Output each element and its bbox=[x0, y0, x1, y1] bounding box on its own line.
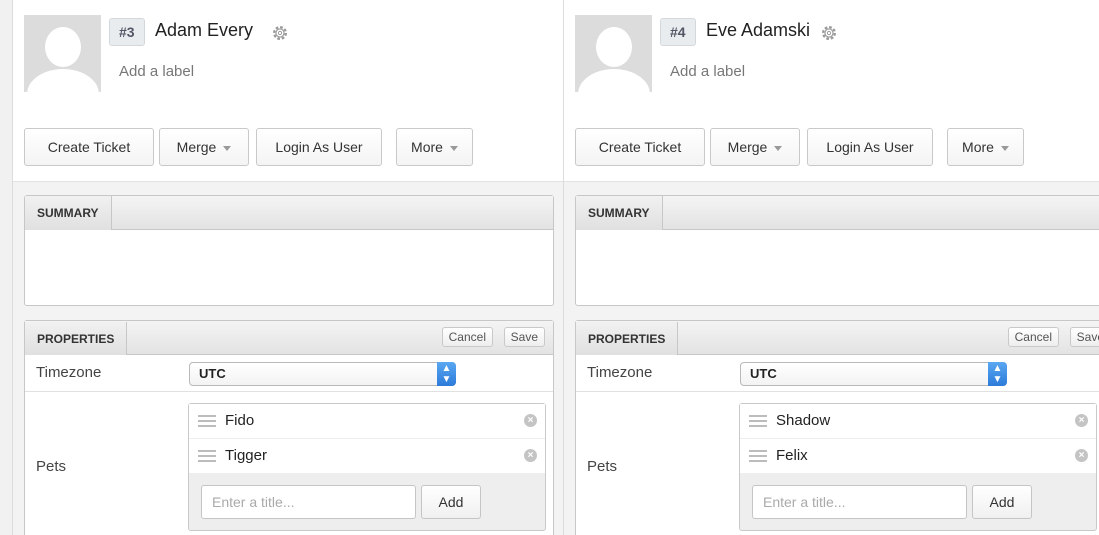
timezone-select[interactable]: UTC ▲ ▼ bbox=[740, 362, 1007, 386]
more-label: More bbox=[411, 139, 443, 155]
list-item[interactable]: Shadow × bbox=[740, 404, 1096, 438]
more-button[interactable]: More bbox=[947, 128, 1024, 166]
save-button[interactable]: Save bbox=[503, 327, 545, 347]
avatar bbox=[575, 15, 652, 92]
gear-icon[interactable] bbox=[820, 24, 838, 42]
remove-icon[interactable]: × bbox=[1075, 414, 1088, 427]
more-button[interactable]: More bbox=[396, 128, 473, 166]
pets-label: Pets bbox=[587, 458, 618, 475]
drag-handle-icon[interactable] bbox=[198, 415, 216, 427]
merge-label: Merge bbox=[176, 139, 217, 155]
more-label: More bbox=[962, 139, 994, 155]
create-ticket-label: Create Ticket bbox=[598, 139, 682, 155]
cancel-button[interactable]: Cancel bbox=[1007, 327, 1059, 347]
timezone-value: UTC bbox=[199, 366, 226, 381]
remove-icon[interactable]: × bbox=[524, 449, 537, 462]
caret-down-icon bbox=[774, 145, 783, 151]
pets-row: Pets Shadow × Felix × Enter a title... A… bbox=[576, 392, 1099, 535]
pet-name: Shadow bbox=[776, 412, 831, 429]
pet-name: Fido bbox=[225, 412, 255, 429]
caret-down-icon bbox=[223, 145, 232, 151]
new-pet-input[interactable]: Enter a title... bbox=[752, 485, 967, 519]
user-panel-eve: #4 Eve Adamski Add a label Create Ticket… bbox=[563, 0, 1099, 535]
list-item[interactable]: Tigger × bbox=[189, 439, 545, 473]
cancel-button[interactable]: Cancel bbox=[441, 327, 493, 347]
drag-handle-icon[interactable] bbox=[749, 450, 767, 462]
user-panel-adam: #3 Adam Every Add a label Create Ticket … bbox=[12, 0, 563, 535]
user-header: #3 Adam Every Add a label Create Ticket … bbox=[13, 0, 563, 182]
user-name: Adam Every bbox=[155, 20, 254, 40]
pet-name: Felix bbox=[776, 447, 808, 464]
properties-title: PROPERTIES bbox=[576, 322, 679, 355]
create-ticket-button[interactable]: Create Ticket bbox=[575, 128, 705, 166]
merge-button[interactable]: Merge bbox=[710, 128, 800, 166]
login-as-user-button[interactable]: Login As User bbox=[256, 128, 382, 166]
user-id-badge: #4 bbox=[660, 18, 696, 46]
user-name: Eve Adamski bbox=[706, 20, 811, 40]
gear-icon[interactable] bbox=[271, 24, 289, 42]
list-item[interactable]: Felix × bbox=[740, 439, 1096, 473]
timezone-row: Timezone UTC ▲ ▼ bbox=[25, 355, 553, 392]
add-label-link[interactable]: Add a label bbox=[119, 63, 194, 80]
create-ticket-label: Create Ticket bbox=[47, 139, 131, 155]
timezone-label: Timezone bbox=[587, 364, 653, 381]
create-ticket-button[interactable]: Create Ticket bbox=[24, 128, 154, 166]
properties-box: PROPERTIES Cancel Save Timezone UTC ▲▼ P… bbox=[575, 320, 1099, 535]
properties-box: PROPERTIES Cancel Save Timezone UTC ▲▼ P… bbox=[24, 320, 554, 535]
summary-box: SUMMARY bbox=[575, 195, 1099, 306]
summary-title: SUMMARY bbox=[576, 196, 663, 230]
select-arrows-icon: ▲ ▼ bbox=[437, 362, 456, 386]
add-pet-button[interactable]: Add bbox=[972, 485, 1032, 519]
pets-label: Pets bbox=[36, 458, 67, 475]
list-item[interactable]: Fido × bbox=[189, 404, 545, 438]
summary-title: SUMMARY bbox=[25, 196, 112, 230]
user-id-badge: #3 bbox=[109, 18, 145, 46]
caret-down-icon bbox=[1000, 145, 1009, 151]
remove-icon[interactable]: × bbox=[1075, 449, 1088, 462]
merge-button[interactable]: Merge bbox=[159, 128, 249, 166]
pets-list: Fido × Tigger × Enter a title... Add bbox=[188, 403, 546, 531]
pet-name: Tigger bbox=[225, 447, 267, 464]
save-button[interactable]: Save bbox=[1069, 327, 1099, 347]
login-as-user-button[interactable]: Login As User bbox=[807, 128, 933, 166]
avatar bbox=[24, 15, 101, 92]
pets-list: Shadow × Felix × Enter a title... Add bbox=[739, 403, 1097, 531]
timezone-select[interactable]: UTC ▲ ▼ bbox=[189, 362, 456, 386]
summary-box: SUMMARY bbox=[24, 195, 554, 306]
pets-row: Pets Fido × Tigger × Enter a title... Ad… bbox=[25, 392, 553, 535]
user-header: #4 Eve Adamski Add a label Create Ticket… bbox=[564, 0, 1099, 182]
add-pet-button[interactable]: Add bbox=[421, 485, 481, 519]
timezone-row: Timezone UTC ▲ ▼ bbox=[576, 355, 1099, 392]
login-as-user-label: Login As User bbox=[275, 139, 363, 155]
timezone-label: Timezone bbox=[36, 364, 102, 381]
add-label-link[interactable]: Add a label bbox=[670, 63, 745, 80]
properties-title: PROPERTIES bbox=[25, 322, 128, 355]
remove-icon[interactable]: × bbox=[524, 414, 537, 427]
login-as-user-label: Login As User bbox=[826, 139, 914, 155]
timezone-value: UTC bbox=[750, 366, 777, 381]
caret-down-icon bbox=[449, 145, 458, 151]
select-arrows-icon: ▲ ▼ bbox=[988, 362, 1007, 386]
drag-handle-icon[interactable] bbox=[749, 415, 767, 427]
drag-handle-icon[interactable] bbox=[198, 450, 216, 462]
new-pet-input[interactable]: Enter a title... bbox=[201, 485, 416, 519]
split-view: #3 Adam Every Add a label Create Ticket … bbox=[0, 0, 1099, 535]
merge-label: Merge bbox=[727, 139, 768, 155]
